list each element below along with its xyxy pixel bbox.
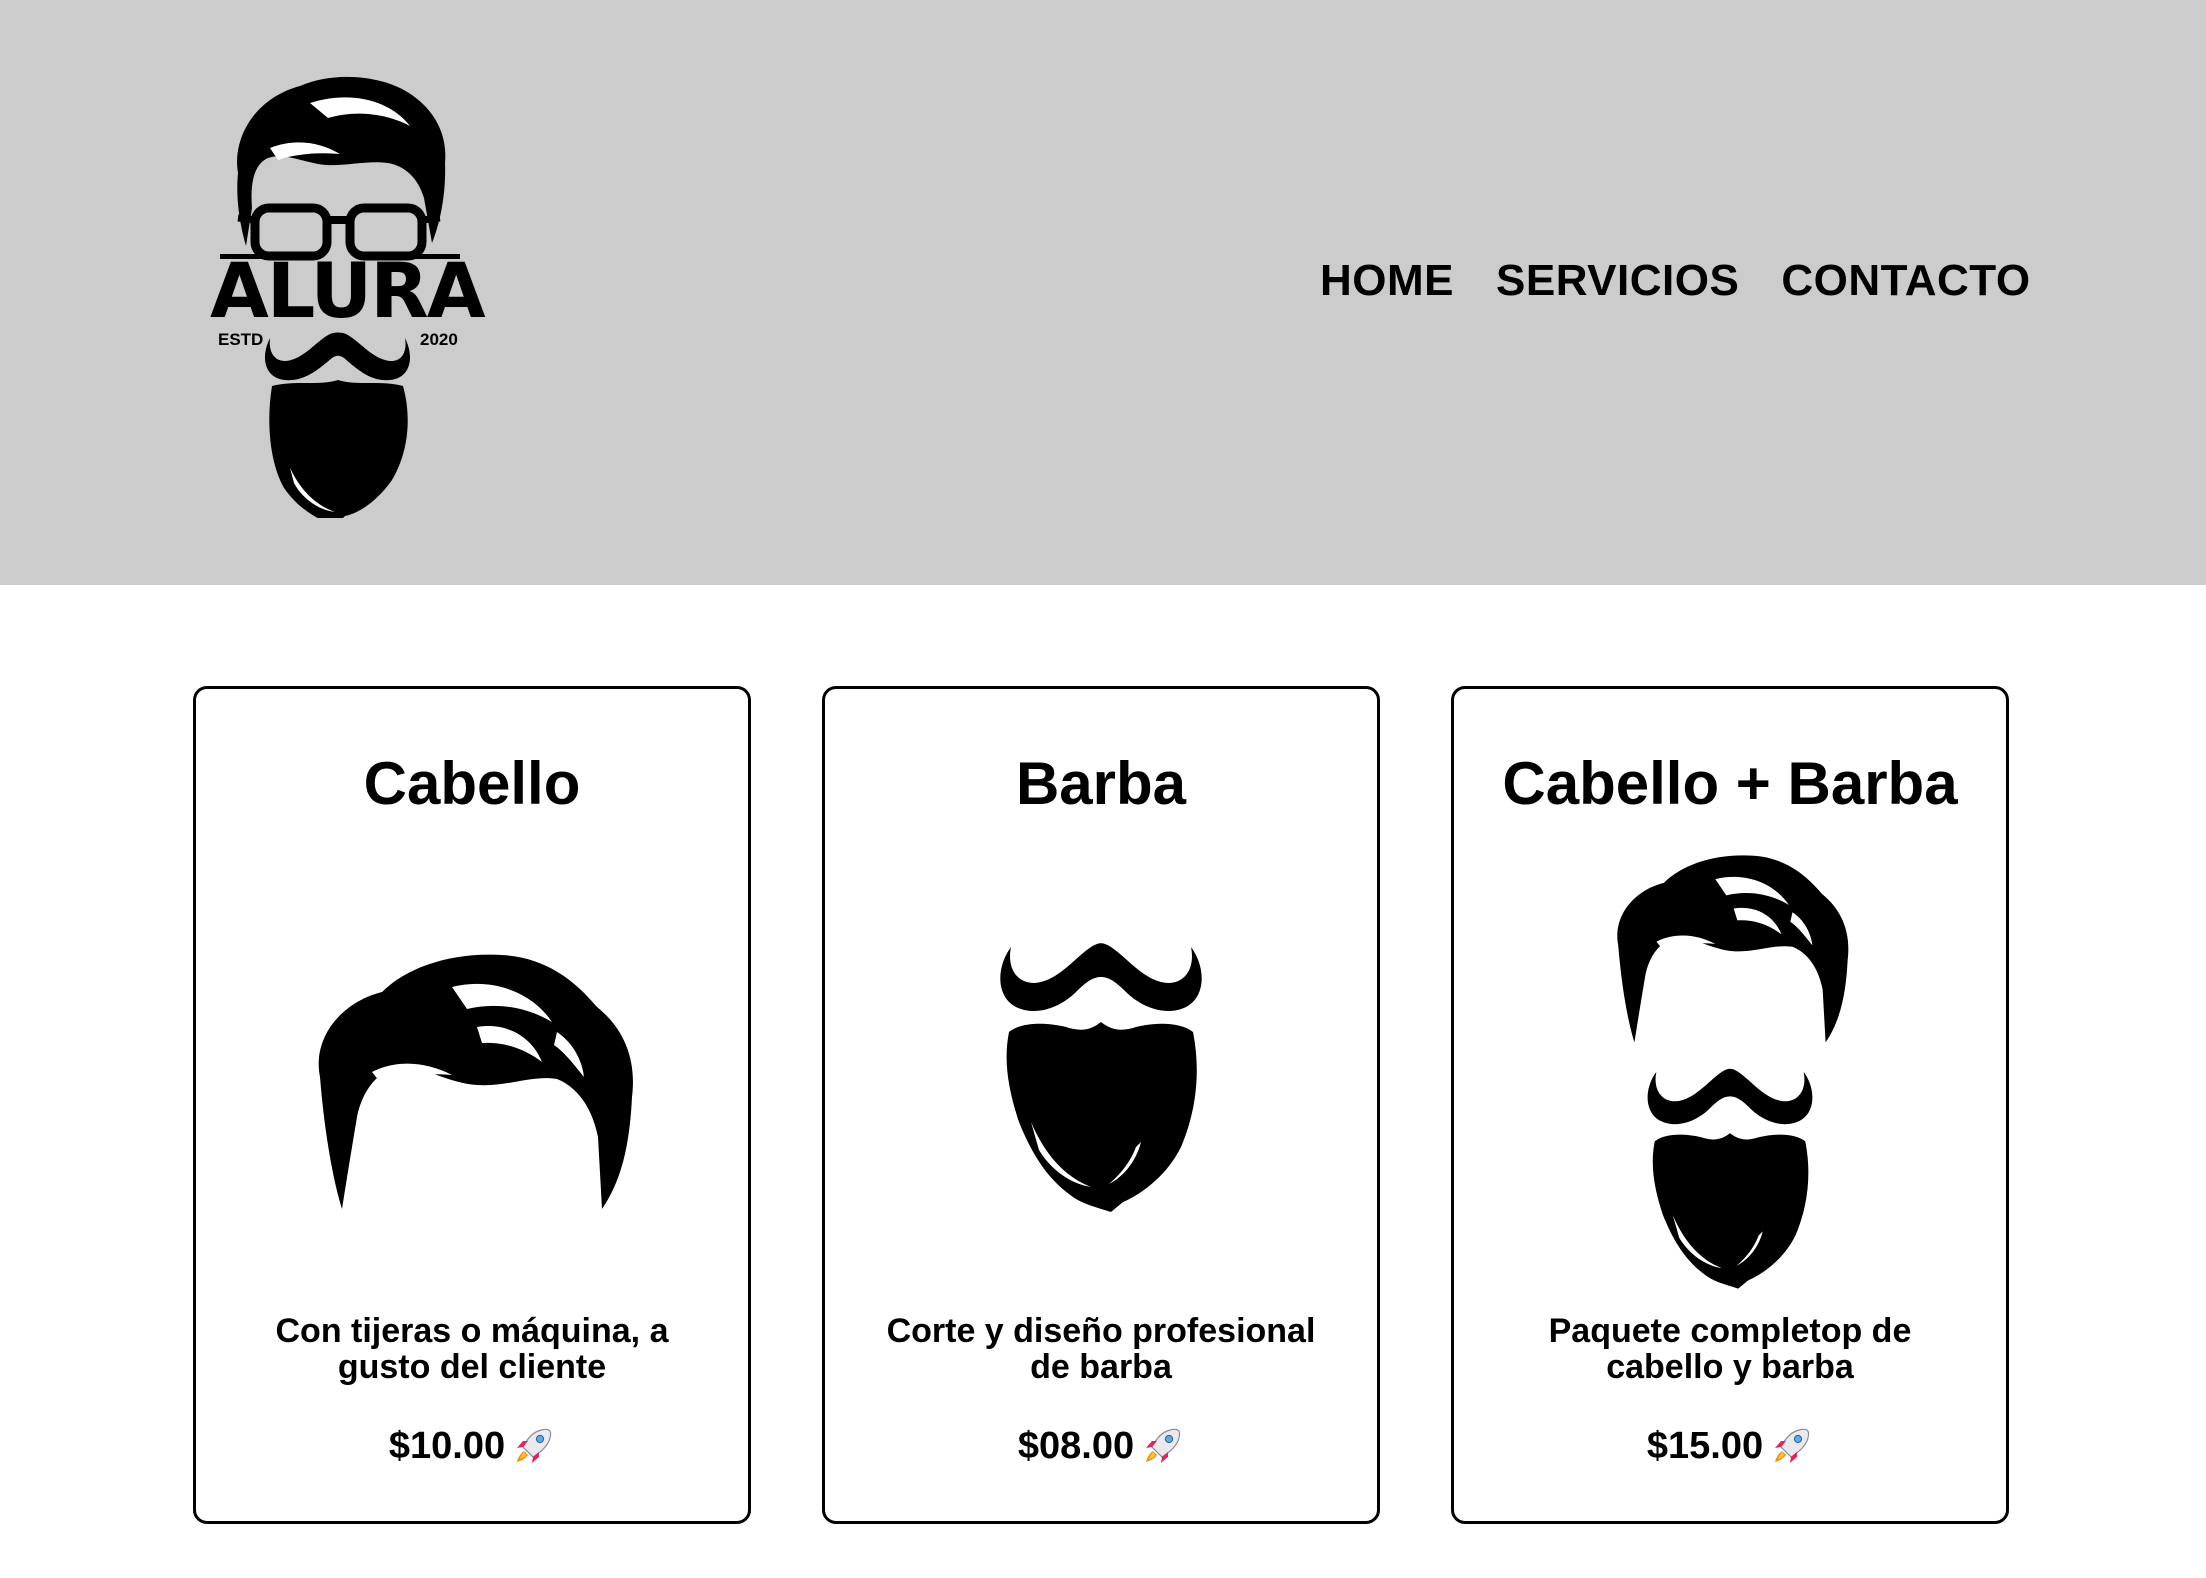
service-price: $08.00 <box>1017 1425 1135 1467</box>
rocket-icon <box>1769 1424 1813 1468</box>
service-description: Paquete completop de cabello y barba <box>1548 1312 1912 1386</box>
hair-icon <box>196 839 748 1279</box>
main-nav: HOME SERVICIOS CONTACTO <box>1320 256 2031 306</box>
price-row: $15.00 <box>1454 1424 2006 1468</box>
brand-logo[interactable]: ALURA ESTD 2020 <box>210 68 486 526</box>
logo-wordmark: ALURA <box>210 246 486 335</box>
service-price: $10.00 <box>388 1425 506 1467</box>
rocket-icon <box>1140 1424 1184 1468</box>
hair-and-beard-icon <box>1454 849 2006 1289</box>
service-title: Cabello + Barba <box>1502 750 1958 817</box>
service-card-cabello-barba: Cabello + Barba Paquete completop de cab… <box>1451 686 2009 1524</box>
service-price: $15.00 <box>1646 1425 1764 1467</box>
site-header: ALURA ESTD 2020 HOME SERVICIOS CONTACTO <box>0 0 2206 585</box>
service-card-barba: Barba Corte y diseño profesional de barb… <box>822 686 1380 1524</box>
service-description: Corte y diseño profesional de barba <box>886 1312 1316 1386</box>
service-title: Barba <box>1015 750 1187 817</box>
logo-estd-label: ESTD <box>218 330 264 349</box>
rocket-icon <box>511 1424 555 1468</box>
price-row: $10.00 <box>196 1424 748 1468</box>
nav-contacto-link[interactable]: CONTACTO <box>1781 256 2030 306</box>
service-description: Con tijeras o máquina, a gusto del clien… <box>275 1312 669 1386</box>
service-title: Cabello <box>363 750 581 817</box>
beard-icon <box>825 839 1377 1279</box>
nav-home-link[interactable]: HOME <box>1320 256 1454 306</box>
logo-year-label: 2020 <box>420 330 458 349</box>
price-row: $08.00 <box>825 1424 1377 1468</box>
nav-servicios-link[interactable]: SERVICIOS <box>1496 256 1739 306</box>
service-card-cabello: Cabello Con tijeras o máquina, a gusto d… <box>193 686 751 1524</box>
